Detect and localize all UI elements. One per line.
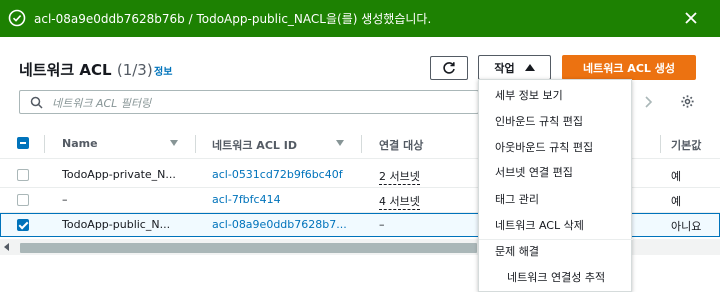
- cell-name: TodoApp-public_N...: [62, 218, 171, 231]
- column-header-name[interactable]: Name: [62, 137, 98, 150]
- column-divider: [44, 135, 45, 153]
- menu-item-reachability-analyzer[interactable]: 네트워크 연결성 추적: [507, 269, 605, 285]
- column-header-association[interactable]: 연결 대상: [379, 137, 423, 153]
- refresh-button[interactable]: [430, 56, 468, 80]
- cell-association[interactable]: 2 서브넷: [379, 168, 420, 185]
- page-title: 네트워크 ACL (1/3): [19, 59, 153, 80]
- cell-default: 아니요: [671, 220, 702, 233]
- menu-item-edit-outbound-rules[interactable]: 아웃바운드 규칙 편집: [495, 139, 593, 155]
- scrollbar-thumb[interactable]: [20, 243, 477, 253]
- selection-count: (1/3): [116, 61, 153, 79]
- cell-name: TodoApp-private_N...: [62, 168, 176, 181]
- create-network-acl-button[interactable]: 네트워크 ACL 생성: [562, 55, 696, 80]
- column-divider: [361, 135, 362, 153]
- row-checkbox[interactable]: [17, 169, 29, 181]
- cell-default: 예: [671, 195, 682, 208]
- cell-acl-id-link[interactable]: acl-08a9e0ddb7628b7...: [212, 218, 347, 231]
- flash-message: acl-08a9e0ddb7628b76b / TodoApp-public_N…: [34, 12, 432, 26]
- column-header-acl-id[interactable]: 네트워크 ACL ID: [212, 137, 297, 153]
- refresh-icon: [443, 62, 455, 74]
- cell-name: –: [62, 193, 68, 206]
- menu-divider: [479, 239, 633, 240]
- info-link[interactable]: 정보: [154, 63, 172, 78]
- cell-association: –: [379, 218, 385, 231]
- sort-icon[interactable]: [170, 140, 178, 146]
- success-flashbar: acl-08a9e0ddb7628b76b / TodoApp-public_N…: [0, 0, 720, 37]
- menu-item-view-details[interactable]: 세부 정보 보기: [495, 87, 563, 103]
- gear-icon[interactable]: [680, 94, 695, 109]
- menu-item-manage-tags[interactable]: 태그 관리: [495, 191, 539, 207]
- actions-dropdown-menu: 세부 정보 보기 인바운드 규칙 편집 아웃바운드 규칙 편집 서브넷 연결 편…: [478, 79, 633, 292]
- actions-button[interactable]: 작업: [478, 55, 551, 80]
- menu-item-edit-inbound-rules[interactable]: 인바운드 규칙 편집: [495, 113, 583, 129]
- column-header-default[interactable]: 기본값: [671, 137, 701, 153]
- caret-up-icon: [524, 64, 535, 71]
- chevron-right-icon[interactable]: [640, 94, 656, 110]
- search-input[interactable]: 네트워크 ACL 필터링: [19, 90, 479, 114]
- row-checkbox[interactable]: [17, 194, 29, 206]
- menu-item-edit-subnet-associations[interactable]: 서브넷 연결 편집: [495, 164, 573, 180]
- column-divider: [660, 135, 661, 153]
- cell-default: 예: [671, 170, 682, 183]
- cell-association[interactable]: 4 서브넷: [379, 193, 420, 210]
- search-placeholder: 네트워크 ACL 필터링: [52, 97, 152, 110]
- actions-label: 작업: [494, 61, 515, 75]
- close-icon[interactable]: [684, 11, 698, 25]
- select-all-checkbox[interactable]: [17, 137, 29, 149]
- menu-item-delete-network-acl[interactable]: 네트워크 ACL 삭제: [495, 217, 584, 233]
- row-checkbox[interactable]: [17, 219, 29, 231]
- menu-group-troubleshooting: 문제 해결: [495, 245, 539, 258]
- cell-acl-id-link[interactable]: acl-0531cd72b9f6bc40f: [212, 168, 343, 181]
- sort-icon[interactable]: [336, 140, 344, 146]
- search-icon: [30, 96, 43, 109]
- cell-acl-id-link[interactable]: acl-7fbfc414: [212, 193, 281, 206]
- success-check-icon: [8, 9, 26, 27]
- scroll-left-arrow-icon[interactable]: [4, 243, 9, 251]
- column-divider: [195, 135, 196, 153]
- title-text: 네트워크 ACL: [19, 61, 112, 79]
